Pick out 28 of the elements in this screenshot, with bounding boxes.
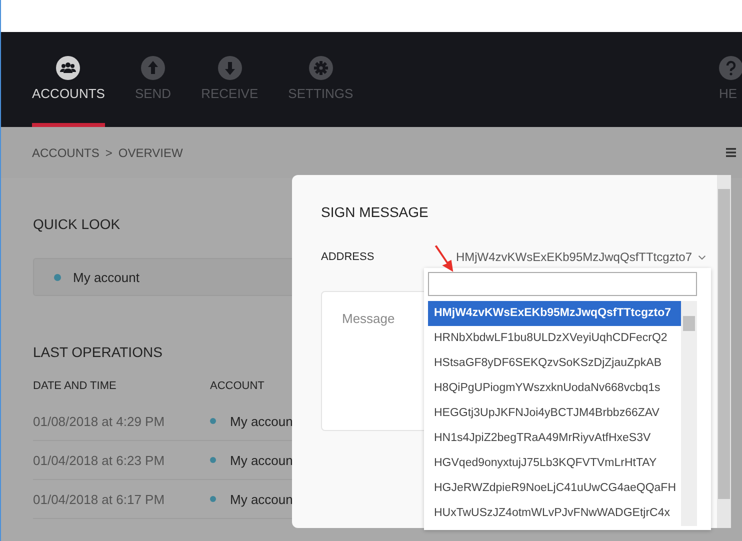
search-field[interactable] [428,272,697,296]
scrollbar[interactable] [681,301,697,526]
account-cell: My accoun [230,492,293,506]
address-option[interactable]: HUxTwUSzJZ4otmWLvPJvFNwWADGEtjrC4x [428,501,681,526]
scrollbar[interactable] [717,175,731,528]
breadcrumb-separator: > [105,146,112,160]
date-cell-text: 01/04/2018 at 6:23 PM [33,452,166,468]
section-title: LAST OPERATIONS [33,344,164,360]
column-header: ACCOUNT [210,380,264,394]
date-cell-text: 01/08/2018 at 4:29 PM [33,414,166,428]
column-header: DATE AND TIME [33,380,118,394]
annotation-arrow [433,245,455,273]
gear-icon [308,56,333,80]
chevron-icon [698,254,706,260]
account-name: My account [73,270,140,284]
dialog-title: SIGN MESSAGE [321,204,430,220]
address-option[interactable]: HGVqed9onyxtujJ75Lb3KQFVTVmLrHtTAY [428,451,681,476]
breadcrumb-link[interactable]: ACCOUNTS [32,146,100,160]
menu-icon[interactable] [726,148,736,157]
account-cell: My accoun [230,452,293,468]
section-title: QUICK LOOK [33,216,122,232]
account-cell: My accoun [230,414,293,428]
address-select[interactable]: HMjW4zvKWsExEKb95MzJwqQsfTTtcgzto7 [456,250,706,264]
people-icon [56,56,80,80]
address-option[interactable]: HGJeRWZdpieR9NoeLjC41uUwCG4aeQQaFH [428,476,681,501]
address-option[interactable]: HMjW4zvKWsExEKb95MzJwqQsfTTtcgzto7 [428,301,681,326]
breadcrumb-current: OVERVIEW [118,146,183,160]
date-cell-text: 01/04/2018 at 6:17 PM [33,492,166,506]
